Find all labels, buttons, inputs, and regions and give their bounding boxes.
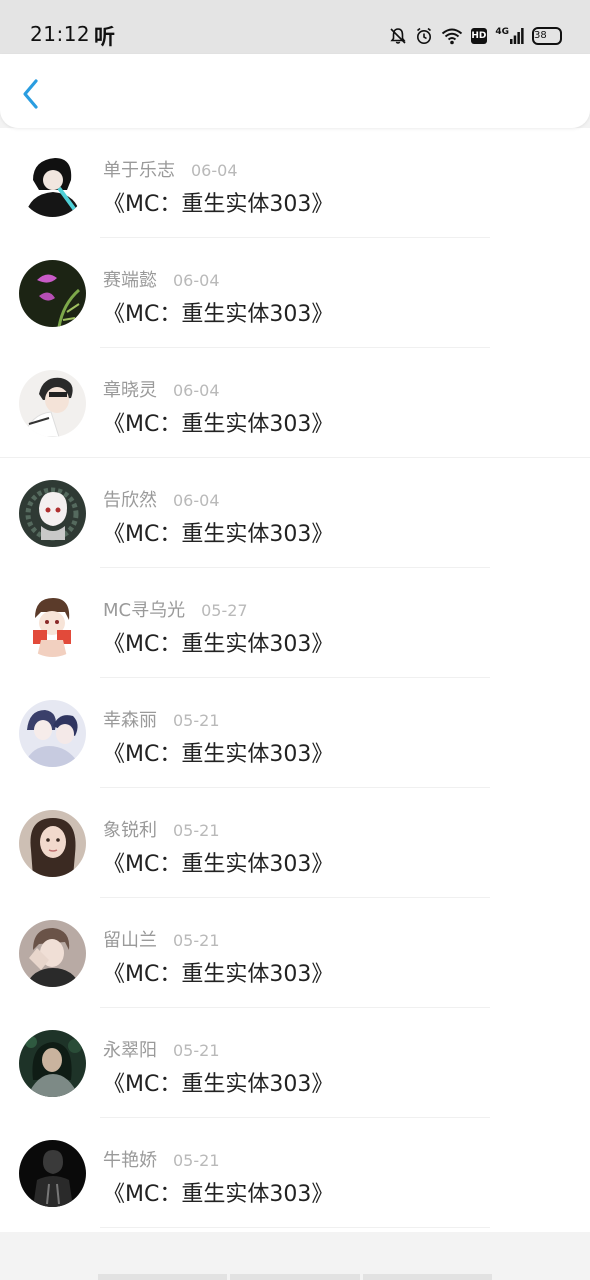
comment-text: 《MC：重生实体303》 [103,192,334,217]
username[interactable]: 单于乐志 06-04 [103,156,238,182]
hd-icon: HD [471,28,488,44]
comment-text: 《MC：重生实体303》 [103,962,334,987]
avatar[interactable] [19,1030,86,1097]
comment-date: 05-27 [201,601,248,620]
comment-date: 05-21 [173,1041,220,1060]
comment-item[interactable]: 单于乐志 06-04 《MC：重生实体303》 [0,128,590,238]
back-button[interactable] [16,74,50,114]
username[interactable]: 永翠阳 05-21 [103,1036,220,1062]
chevron-left-icon [23,79,38,109]
comment-date: 05-21 [173,821,220,840]
indicator-segment [98,1274,228,1280]
signal-icon: 4G [495,26,524,44]
username[interactable]: MC寻乌光 05-27 [103,596,248,622]
indicator-segment [362,1274,492,1280]
username[interactable]: 章晓灵 06-04 [103,376,220,402]
comment-text: 《MC：重生实体303》 [103,302,334,327]
username[interactable]: 留山兰 05-21 [103,926,220,952]
status-bar: 21:12 听 HD 4G 38 [0,0,590,54]
comment-text: 《MC：重生实体303》 [103,632,334,657]
status-extra-glyph: 听 [94,25,115,49]
mute-bell-icon [389,27,407,45]
comment-date: 06-04 [191,161,238,180]
comment-item[interactable]: 幸森丽 05-21 《MC：重生实体303》 [0,678,590,788]
avatar[interactable] [19,370,86,437]
battery-icon: 38 [532,27,562,45]
nav-bar [0,54,590,128]
avatar[interactable] [19,1140,86,1207]
comment-date: 05-21 [173,711,220,730]
username[interactable]: 赛端懿 06-04 [103,266,220,292]
comment-list: 单于乐志 06-04 《MC：重生实体303》 赛端懿 06-04 《MC：重生实体… [0,128,590,1232]
status-time: 21:12 [30,22,91,46]
comment-text: 《MC：重生实体303》 [103,852,334,877]
username[interactable]: 幸森丽 05-21 [103,706,220,732]
comment-text: 《MC：重生实体303》 [103,522,334,547]
comment-item[interactable]: 章晓灵 06-04 《MC：重生实体303》 [0,348,590,458]
alarm-icon [415,27,433,45]
avatar[interactable] [19,700,86,767]
comment-item[interactable]: 象锐利 05-21 《MC：重生实体303》 [0,788,590,898]
avatar[interactable] [19,150,86,217]
comment-date: 06-04 [173,491,220,510]
username[interactable]: 象锐利 05-21 [103,816,220,842]
comment-date: 06-04 [173,271,220,290]
comment-item[interactable]: 留山兰 05-21 《MC：重生实体303》 [0,898,590,1008]
comment-item[interactable]: 牛艳娇 05-21 《MC：重生实体303》 [0,1118,590,1228]
comment-text: 《MC：重生实体303》 [103,412,334,437]
avatar[interactable] [19,260,86,327]
comment-text: 《MC：重生实体303》 [103,1072,334,1097]
username[interactable]: 牛艳娇 05-21 [103,1146,220,1172]
avatar[interactable] [19,590,86,657]
comment-item[interactable]: 赛端懿 06-04 《MC：重生实体303》 [0,238,590,348]
comment-text: 《MC：重生实体303》 [103,742,334,767]
indicator-segment [230,1274,360,1280]
comment-date: 05-21 [173,1151,220,1170]
comment-item[interactable]: 告欣然 06-04 《MC：重生实体303》 [0,458,590,568]
bottom-scroll-indicator [98,1274,492,1280]
divider [100,1227,490,1228]
comment-item[interactable]: 永翠阳 05-21 《MC：重生实体303》 [0,1008,590,1118]
comment-date: 05-21 [173,931,220,950]
avatar[interactable] [19,810,86,877]
comment-date: 06-04 [173,381,220,400]
username[interactable]: 告欣然 06-04 [103,486,220,512]
comment-text: 《MC：重生实体303》 [103,1182,334,1207]
wifi-icon [441,27,463,45]
status-icons: HD 4G 38 [389,24,562,48]
avatar[interactable] [19,480,86,547]
comment-item[interactable]: MC寻乌光 05-27 《MC：重生实体303》 [0,568,590,678]
network-type-label: 4G [495,26,509,37]
avatar[interactable] [19,920,86,987]
